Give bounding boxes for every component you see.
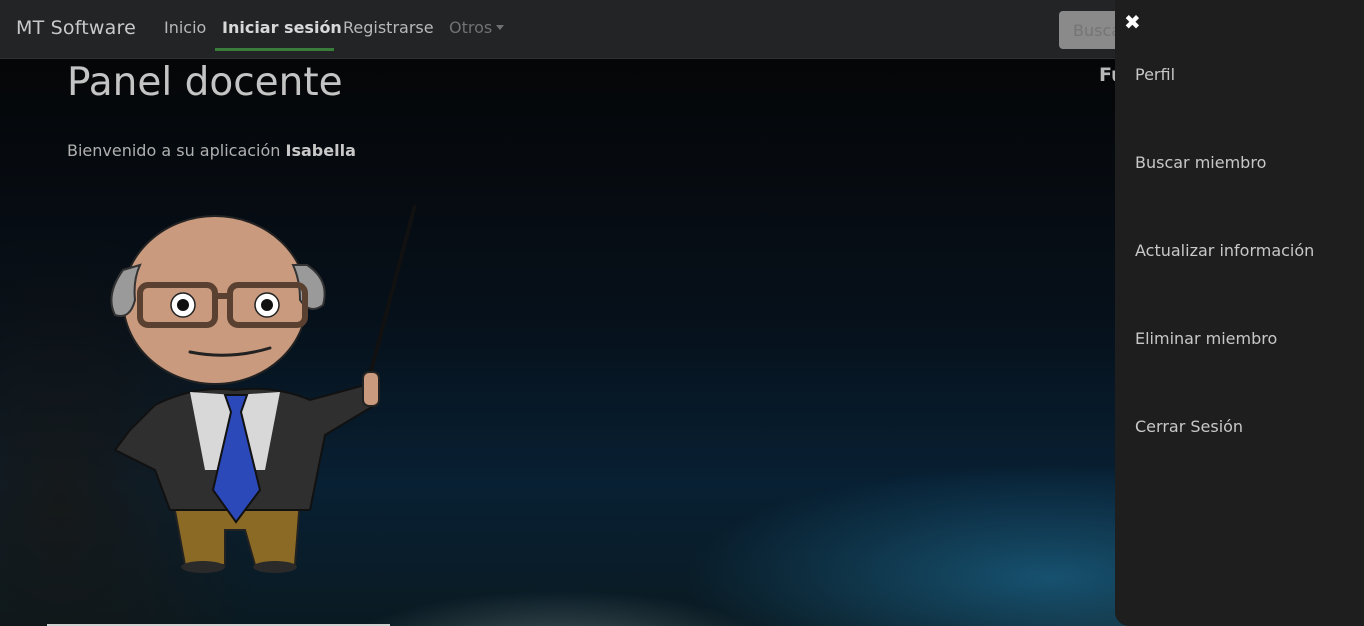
sidebar-item-buscar-miembro[interactable]: Buscar miembro <box>1135 153 1266 172</box>
page-title: Panel docente <box>67 60 343 105</box>
sidebar-item-eliminar-miembro[interactable]: Eliminar miembro <box>1135 329 1277 348</box>
nav-dropdown-otros-label: Otros <box>449 18 493 37</box>
side-menu-panel <box>1115 0 1364 626</box>
sidebar-item-perfil[interactable]: Perfil <box>1135 65 1175 84</box>
sidebar-item-actualizar-informacion[interactable]: Actualizar información <box>1135 241 1314 260</box>
nav-link-inicio[interactable]: Inicio <box>164 18 206 37</box>
nav-link-iniciar-sesion[interactable]: Iniciar sesión <box>222 18 342 37</box>
nav-dropdown-otros[interactable]: Otros <box>449 18 505 37</box>
teacher-mascot-illustration <box>110 204 417 573</box>
active-nav-indicator <box>215 48 334 51</box>
brand-logo[interactable]: MT Software <box>16 17 136 39</box>
nav-link-registrarse[interactable]: Registrarse <box>343 18 434 37</box>
sidebar-item-cerrar-sesion[interactable]: Cerrar Sesión <box>1135 417 1243 436</box>
user-name: Isabella <box>285 141 356 160</box>
close-icon[interactable]: ✖ <box>1124 10 1141 34</box>
welcome-message: Bienvenido a su aplicación Isabella <box>67 141 356 160</box>
caret-down-icon <box>496 25 505 30</box>
welcome-text: Bienvenido a su aplicación <box>67 141 281 160</box>
